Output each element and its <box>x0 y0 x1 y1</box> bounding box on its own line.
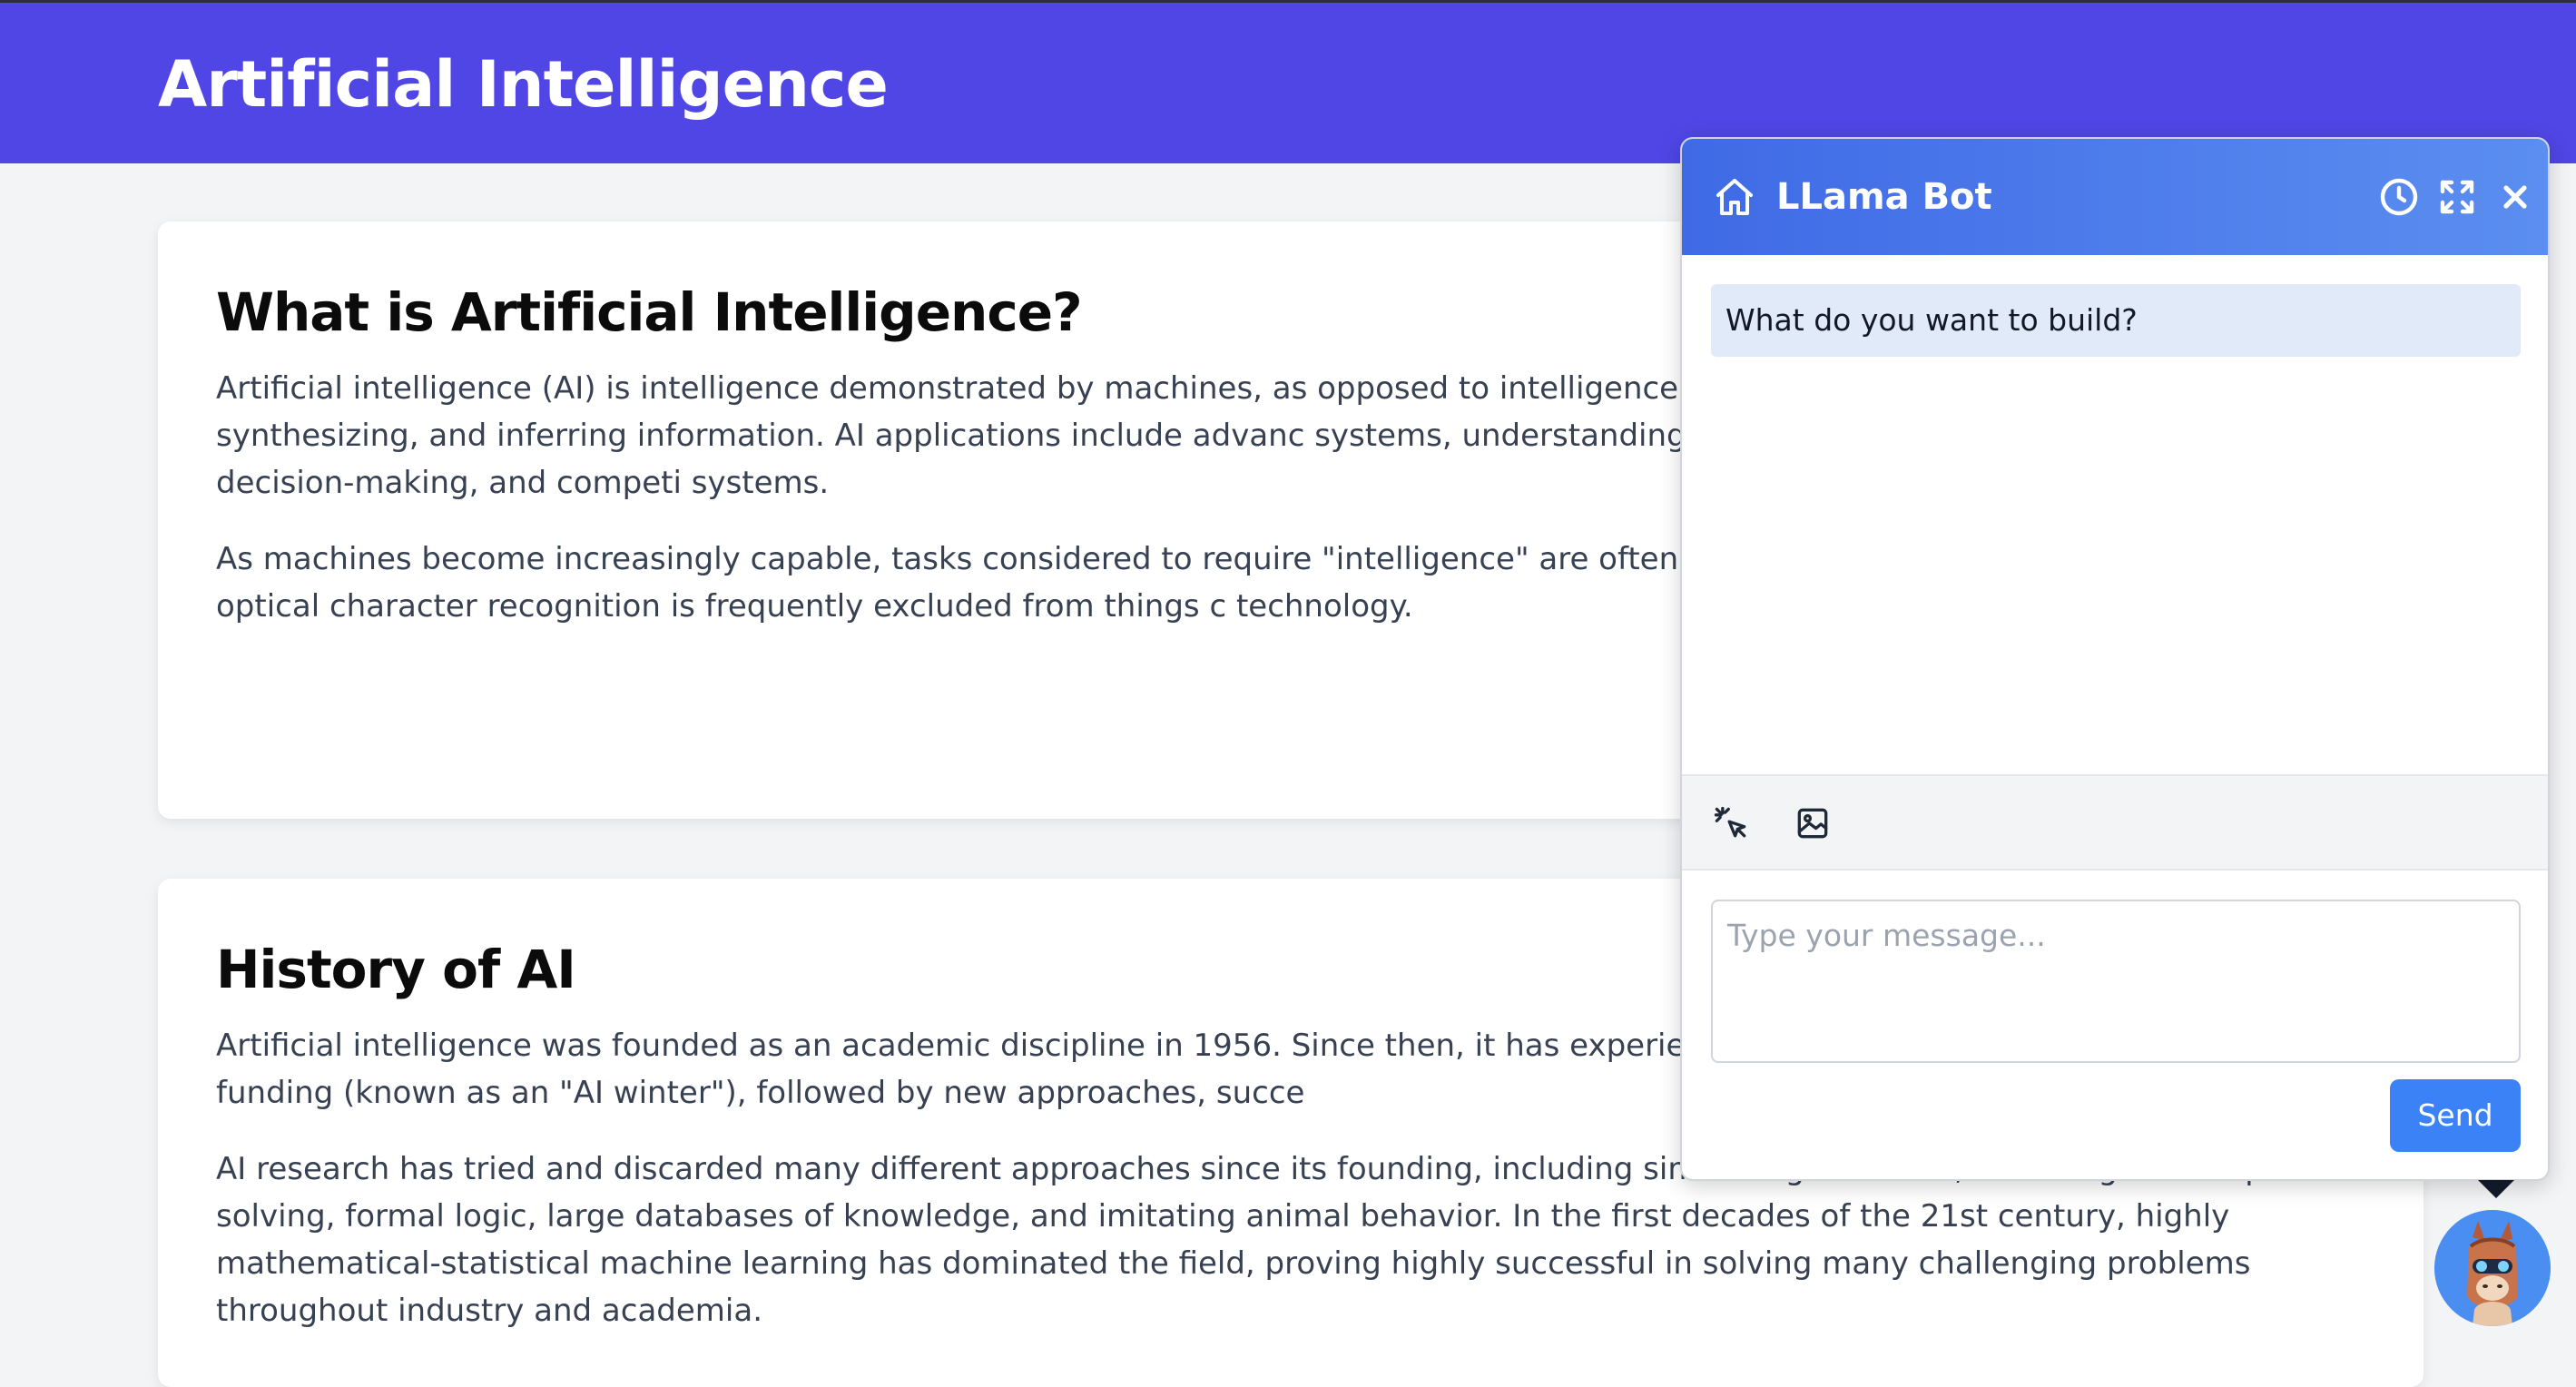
chat-window: LLama Bot What do you want to build? Typ… <box>1680 137 2550 1181</box>
home-icon[interactable] <box>1713 175 1756 219</box>
llama-avatar-icon <box>2434 1210 2551 1326</box>
launcher-pointer <box>2478 1180 2514 1198</box>
close-icon[interactable] <box>2493 175 2537 219</box>
sparkle-cursor-icon[interactable] <box>1711 803 1751 843</box>
page-title: Artificial Intelligence <box>158 47 889 122</box>
chat-title: LLama Bot <box>1776 176 1992 218</box>
image-icon[interactable] <box>1793 803 1833 843</box>
chat-toolbar <box>1682 774 2548 871</box>
message-input[interactable] <box>1711 900 2521 1063</box>
clock-icon[interactable] <box>2377 175 2421 219</box>
chat-header: LLama Bot <box>1682 139 2548 255</box>
send-button[interactable]: Send <box>2390 1079 2521 1152</box>
bot-message: What do you want to build? <box>1711 284 2521 357</box>
expand-icon[interactable] <box>2435 175 2479 219</box>
chat-launcher-button[interactable] <box>2434 1210 2551 1326</box>
